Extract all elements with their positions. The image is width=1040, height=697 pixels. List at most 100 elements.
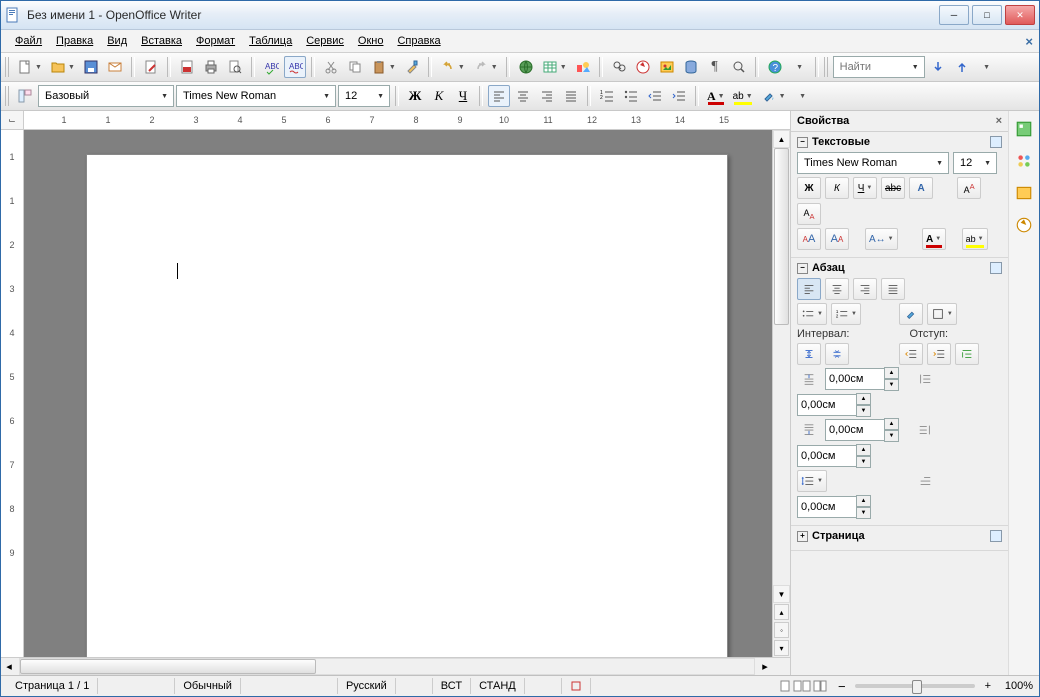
vertical-scrollbar[interactable]: ▲ ▼ ▴ ◦ ▾ [772,130,790,657]
print-button[interactable] [200,56,222,78]
nonprinting-button[interactable]: ¶ [704,56,726,78]
font-size-combo[interactable]: ▼ [338,85,390,107]
menu-help[interactable]: Справка [391,33,446,49]
bold-button[interactable]: Ж [404,85,426,107]
menu-window[interactable]: Окно [352,33,390,49]
zoom-out-button[interactable]: − [835,679,849,694]
undo-button[interactable]: ▼ [437,56,468,78]
prev-page-button[interactable]: ▴ [774,604,789,620]
find-combo[interactable]: ▼ [833,56,925,78]
vscroll-thumb[interactable] [774,148,789,325]
side-align-justify[interactable] [881,278,905,300]
spacing-decrease-button[interactable] [825,343,849,365]
paste-button[interactable]: ▼ [368,56,399,78]
side-italic-button[interactable]: К [825,177,849,199]
preview-button[interactable] [224,56,246,78]
nav-button[interactable]: ◦ [774,622,789,638]
toolbar-grip-3[interactable] [5,86,10,106]
find-next-button[interactable] [927,56,949,78]
scroll-up-button[interactable]: ▲ [773,130,790,148]
align-center-button[interactable] [512,85,534,107]
paragraph-style-input[interactable] [43,89,158,103]
collapse-icon[interactable]: − [797,137,808,148]
side-numbering-button[interactable]: 12▼ [831,303,861,325]
save-button[interactable] [80,56,102,78]
status-signature[interactable] [562,678,591,694]
status-language[interactable]: Русский [338,678,396,694]
edit-button[interactable] [140,56,162,78]
minimize-button[interactable]: ─ [939,5,969,25]
side-font-color-button[interactable]: A▼ [922,228,946,250]
document-canvas[interactable] [24,130,772,657]
zoom-slider[interactable] [855,684,975,688]
expand-icon[interactable]: + [797,531,808,542]
menu-format[interactable]: Формат [190,33,241,49]
sidebar-tab-gallery[interactable] [1012,181,1036,205]
menu-insert[interactable]: Вставка [135,33,188,49]
indent-increase-button[interactable] [927,343,951,365]
line-spacing-button[interactable]: ▼ [797,470,827,492]
format-paintbrush-button[interactable] [401,56,423,78]
find-replace-button[interactable] [608,56,630,78]
horizontal-ruler[interactable]: ⌙ 1123456789101112131415 [1,111,790,130]
indent-right-input[interactable]: ▲▼ [797,445,871,467]
section-options-icon-3[interactable] [990,530,1002,542]
collapse-icon-2[interactable]: − [797,263,808,274]
email-button[interactable] [104,56,126,78]
next-page-button[interactable]: ▾ [774,640,789,656]
side-strike-button[interactable]: abc [881,177,905,199]
side-highlight-button[interactable]: ab▼ [962,228,988,250]
sidebar-close-icon[interactable]: × [996,115,1002,127]
align-left-button[interactable] [488,85,510,107]
maximize-button[interactable]: □ [972,5,1002,25]
section-options-icon[interactable] [990,136,1002,148]
page[interactable] [86,154,728,657]
spacing-above-input[interactable]: ▲▼ [825,368,899,390]
open-button[interactable]: ▼ [47,56,78,78]
font-size-input[interactable] [343,89,374,103]
side-font-combo[interactable]: ▼ [797,152,949,174]
styles-button[interactable] [14,85,36,107]
zoom-in-button[interactable]: + [981,680,995,692]
side-superscript-button[interactable]: AA [957,177,981,199]
side-align-left[interactable] [797,278,821,300]
export-pdf-button[interactable] [176,56,198,78]
paragraph-style-combo[interactable]: ▼ [38,85,174,107]
font-name-input[interactable] [181,89,320,103]
menu-table[interactable]: Таблица [243,33,298,49]
status-selection[interactable]: СТАНД [471,678,525,694]
side-align-right[interactable] [853,278,877,300]
copy-button[interactable] [344,56,366,78]
new-button[interactable]: ▼ [14,56,45,78]
gallery-button[interactable] [656,56,678,78]
document-close-icon[interactable]: × [1025,34,1033,49]
spellcheck-button[interactable]: ABC [260,56,282,78]
align-justify-button[interactable] [560,85,582,107]
ruler-corner[interactable]: ⌙ [1,111,24,129]
toolbar-more[interactable]: ▼ [975,56,997,78]
cut-button[interactable] [320,56,342,78]
underline-button[interactable]: Ч [452,85,474,107]
horizontal-scrollbar[interactable]: ◂ ▸ [1,657,790,675]
increase-indent-button[interactable] [668,85,690,107]
menu-edit[interactable]: Правка [50,33,99,49]
side-size-combo[interactable]: ▼ [953,152,997,174]
spacing-increase-button[interactable] [797,343,821,365]
side-bg-color-button[interactable] [899,303,923,325]
side-grow-font-button[interactable]: AA [797,228,821,250]
menu-view[interactable]: Вид [101,33,133,49]
indent-decrease-button[interactable] [899,343,923,365]
font-name-combo[interactable]: ▼ [176,85,336,107]
zoom-value[interactable]: 100% [995,680,1033,692]
font-color-button[interactable]: A▼ [704,85,728,107]
zoom-button[interactable] [728,56,750,78]
sidebar-tab-properties[interactable] [1012,117,1036,141]
menu-tools[interactable]: Сервис [300,33,350,49]
section-options-icon-2[interactable] [990,262,1002,274]
side-bullets-button[interactable]: ▼ [797,303,827,325]
vertical-ruler[interactable]: 1123456789 [1,130,24,657]
redo-button[interactable]: ▼ [470,56,501,78]
help-button[interactable]: ? [764,56,786,78]
bullet-list-button[interactable] [620,85,642,107]
highlight-button[interactable]: ab▼ [730,85,756,107]
